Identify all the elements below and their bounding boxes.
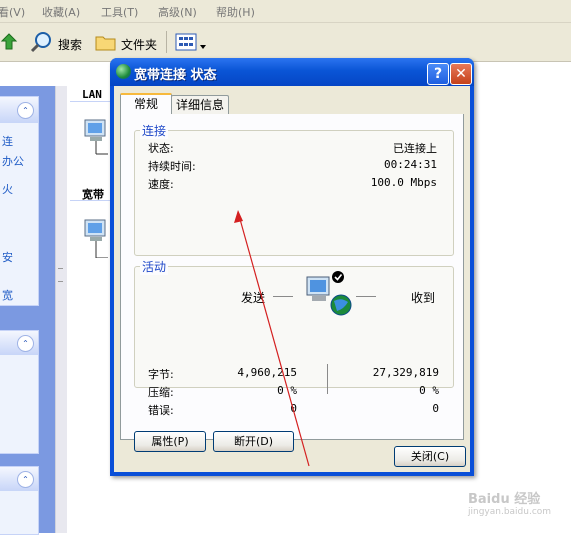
- task-link[interactable]: 办公: [2, 153, 24, 169]
- collapse-icon[interactable]: ⌃: [17, 471, 34, 488]
- network-globe-icon: [116, 64, 131, 79]
- activity-group-title: 活动: [140, 258, 169, 275]
- connection-group-title: 连接: [140, 122, 169, 139]
- help-button[interactable]: ?: [427, 63, 449, 85]
- duration-value: 00:24:31: [384, 158, 437, 171]
- bytes-label: 字节:: [148, 368, 174, 381]
- folders-button[interactable]: 文件夹: [121, 36, 157, 53]
- broadband-connection-icon[interactable]: [82, 218, 110, 259]
- watermark-brand: Baidu 经验: [468, 492, 541, 507]
- dialog-titlebar[interactable]: 宽带连接 状态 ? ✕: [110, 58, 474, 86]
- received-label: 收到: [411, 291, 436, 305]
- menu-advanced[interactable]: 高级(N): [158, 4, 197, 20]
- details-panel: ⌃: [0, 466, 39, 535]
- collapse-icon[interactable]: ⌃: [17, 335, 34, 352]
- divider: [70, 101, 110, 102]
- collapse-icon[interactable]: ⌃: [17, 102, 34, 119]
- status-value: 已连接上: [393, 142, 437, 155]
- tab-details[interactable]: 详细信息: [171, 95, 229, 115]
- speed-label: 速度:: [148, 178, 174, 191]
- compression-label: 压缩:: [148, 386, 174, 399]
- up-folder-icon[interactable]: [0, 31, 18, 51]
- task-link[interactable]: 火: [2, 181, 13, 197]
- menu-help[interactable]: 帮助(H): [216, 4, 255, 20]
- task-link[interactable]: 安: [2, 249, 13, 265]
- network-connection-icon[interactable]: [82, 118, 110, 158]
- dialog-title: 宽带连接 状态: [134, 68, 217, 83]
- close-button[interactable]: 关闭(C): [394, 446, 466, 467]
- annotation-arrow-icon: [225, 200, 315, 470]
- tab-general[interactable]: 常规: [120, 93, 172, 115]
- views-icon[interactable]: [175, 32, 197, 52]
- divider: [70, 200, 110, 201]
- network-tasks-panel: ⌃ 连 办公 火 安 宽: [0, 96, 39, 306]
- task-link[interactable]: 宽: [2, 287, 13, 303]
- menu-favorites[interactable]: 收藏(A): [42, 4, 80, 20]
- menu-view[interactable]: 看(V): [0, 4, 25, 20]
- errors-received-value: 0: [432, 402, 439, 415]
- activity-divider: [327, 364, 328, 394]
- search-button[interactable]: 搜索: [58, 36, 82, 53]
- speed-value: 100.0 Mbps: [370, 176, 437, 189]
- task-link[interactable]: 连: [2, 133, 13, 149]
- other-places-panel: ⌃: [0, 330, 39, 454]
- folder-icon[interactable]: [95, 33, 117, 51]
- errors-label: 错误:: [148, 404, 174, 417]
- close-window-button[interactable]: ✕: [450, 63, 472, 85]
- received-line: [356, 296, 376, 297]
- menu-bar: 看(V) 收藏(A) 工具(T) 高级(N) 帮助(H): [0, 0, 571, 23]
- compression-received-value: 0 %: [419, 384, 439, 397]
- duration-label: 持续时间:: [148, 160, 196, 173]
- watermark-url: jingyan.baidu.com: [468, 507, 552, 517]
- task-pane-scrollbar[interactable]: [55, 86, 67, 533]
- chevron-down-icon[interactable]: [200, 39, 206, 49]
- search-icon[interactable]: [30, 31, 54, 53]
- bytes-received-value: 27,329,819: [372, 366, 439, 379]
- scrollbar-grip: [58, 268, 63, 282]
- toolbar-separator: [166, 31, 167, 53]
- toolbar: 搜索 文件夹: [0, 23, 571, 62]
- menu-tools[interactable]: 工具(T): [101, 4, 138, 20]
- lan-group-heading: LAN: [82, 88, 102, 101]
- properties-button[interactable]: 属性(P): [134, 431, 206, 452]
- status-label: 状态:: [148, 142, 174, 155]
